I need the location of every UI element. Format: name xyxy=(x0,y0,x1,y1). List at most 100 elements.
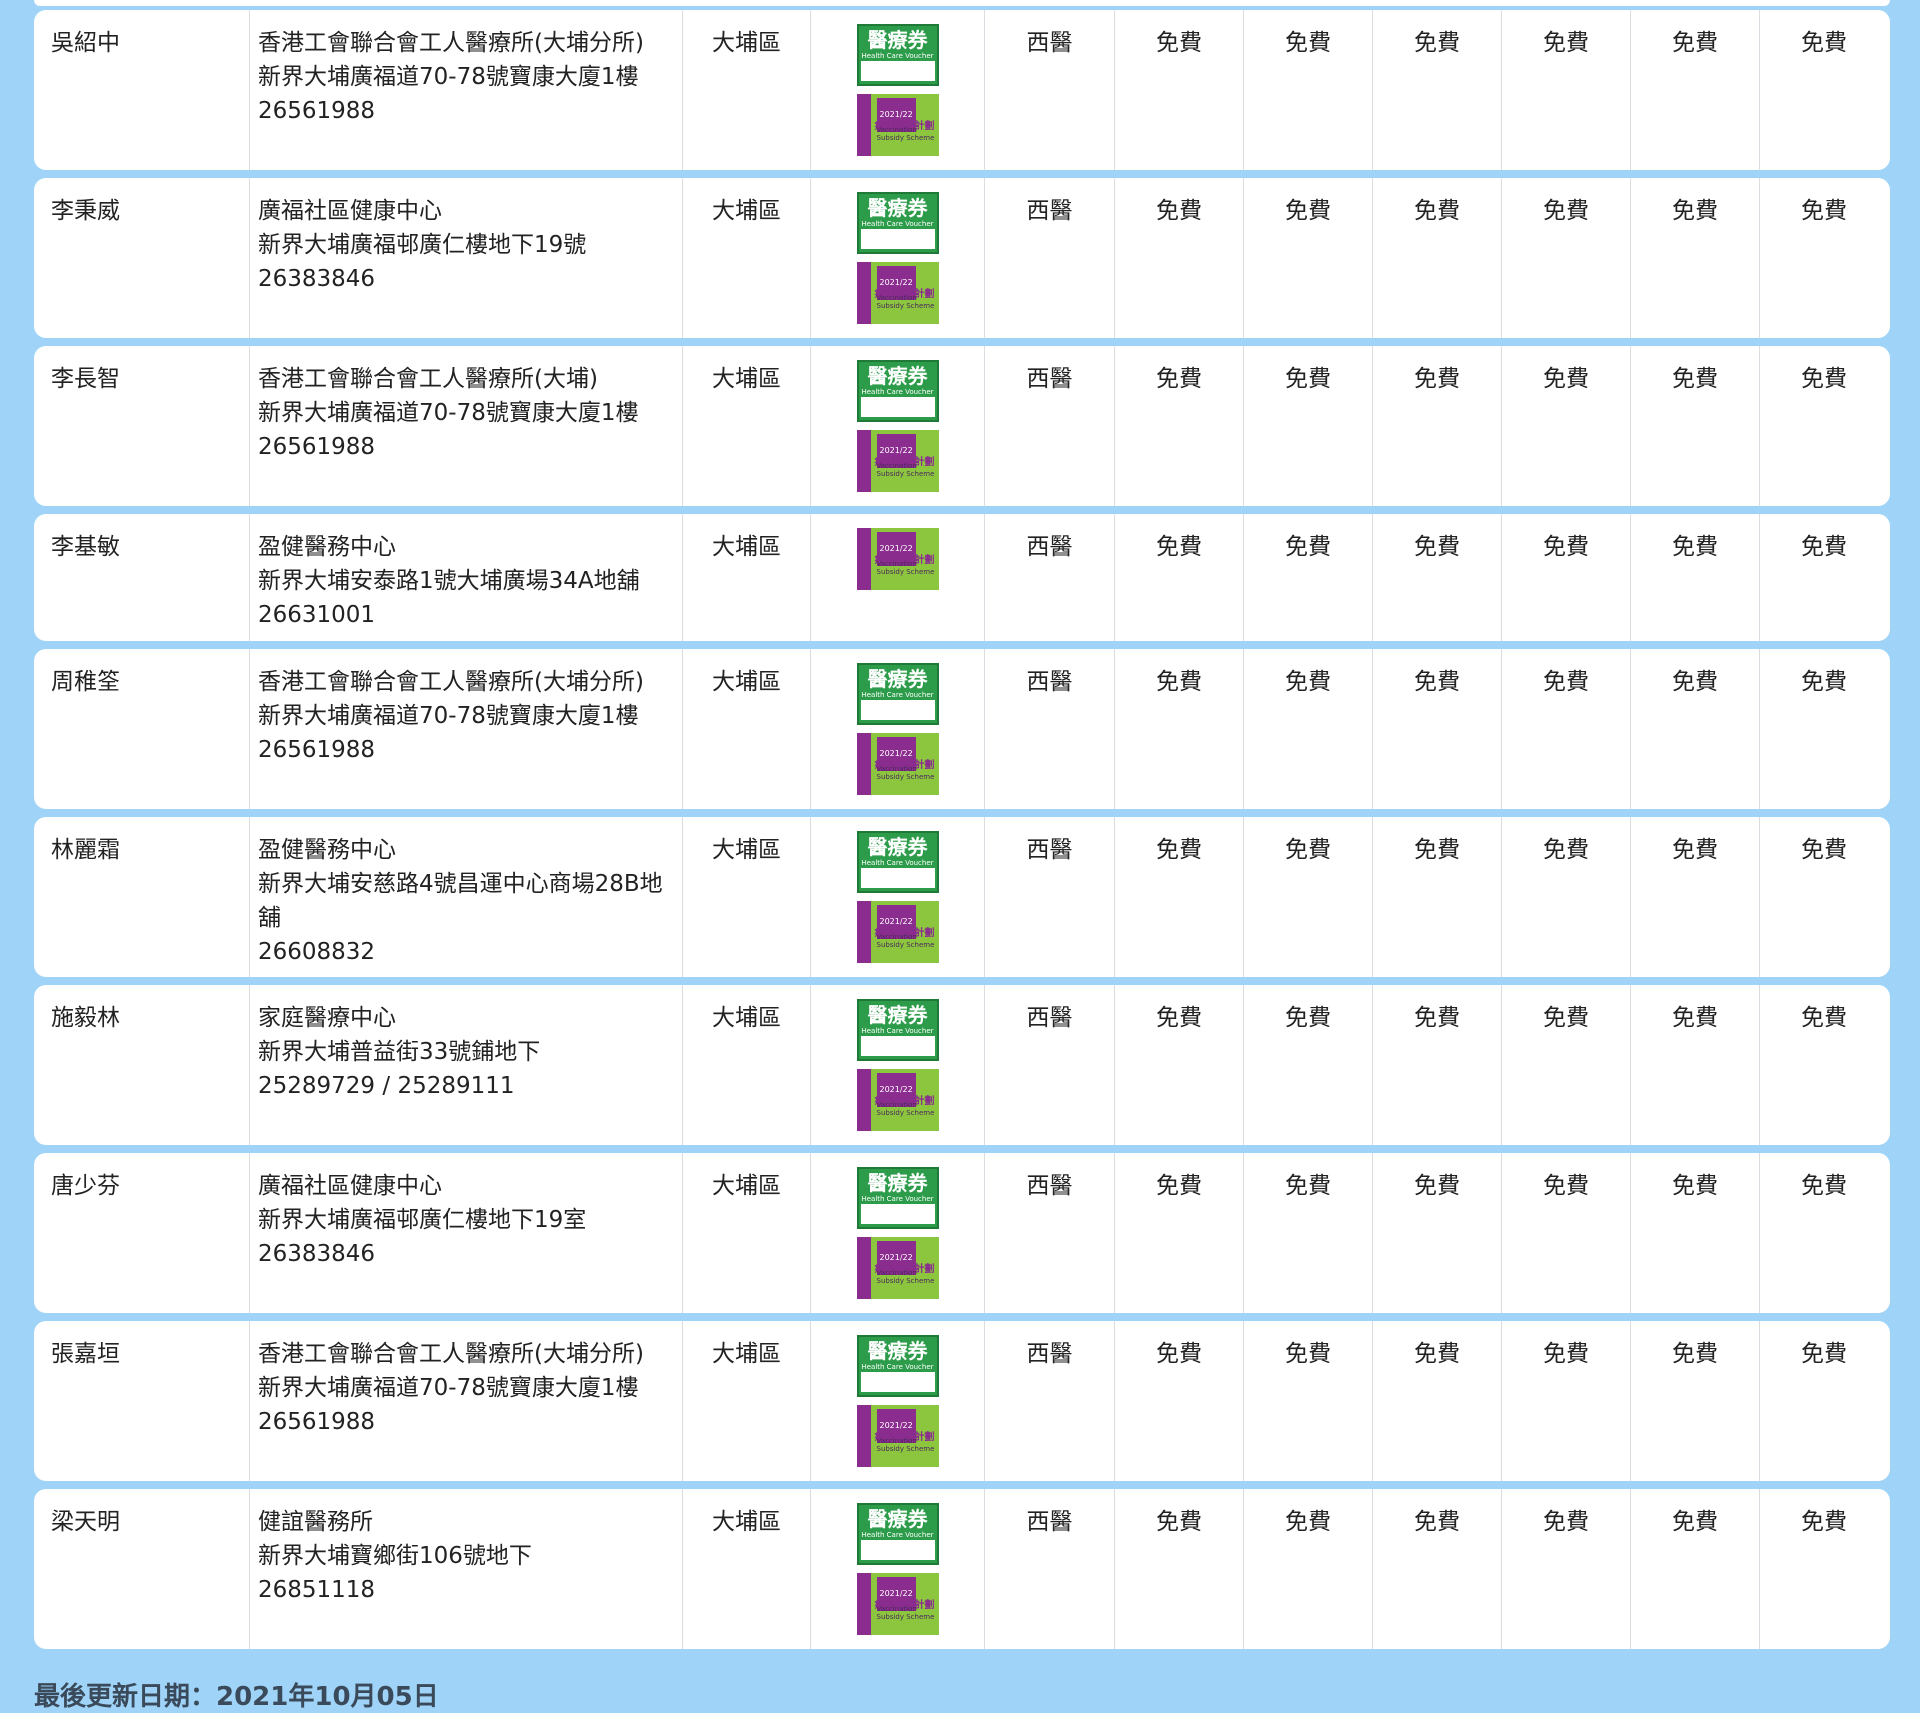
previous-row-edge xyxy=(34,0,1890,6)
scheme-icons: 醫療券 Health Care Voucher 2021/22 疫苗資助計劃 V… xyxy=(810,178,984,338)
table-row: 周稚筌 香港工會聯合會工人醫療所(大埔分所) 新界大埔廣福道70-78號寶康大廈… xyxy=(34,649,1890,809)
fee-cell: 免費 xyxy=(1501,649,1630,809)
fee-cell: 免費 xyxy=(1759,178,1888,338)
vaccination-subsidy-scheme-icon: 2021/22 疫苗資助計劃 Vaccination Subsidy Schem… xyxy=(856,1069,939,1131)
clinic-info: 香港工會聯合會工人醫療所(大埔分所) 新界大埔廣福道70-78號寶康大廈1樓 2… xyxy=(249,1321,682,1481)
fee-cell: 免費 xyxy=(1501,985,1630,1145)
table-row: 梁天明 健誼醫務所 新界大埔寶鄉街106號地下 26851118 大埔區 醫療券… xyxy=(34,1489,1890,1649)
table-row: 林麗霜 盈健醫務中心 新界大埔安慈路4號昌運中心商場28B地舖 26608832… xyxy=(34,817,1890,977)
scheme-icons: 醫療券 Health Care Voucher 2021/22 疫苗資助計劃 V… xyxy=(810,1489,984,1649)
scheme-icons: 醫療券 Health Care Voucher 2021/22 疫苗資助計劃 V… xyxy=(810,1153,984,1313)
clinic-info: 香港工會聯合會工人醫療所(大埔分所) 新界大埔廣福道70-78號寶康大廈1樓 2… xyxy=(249,649,682,809)
last-updated-text: 最後更新日期：2021年10月05日 xyxy=(34,1682,439,1712)
fee-cell: 免費 xyxy=(1372,649,1501,809)
district: 大埔區 xyxy=(682,178,810,338)
fee-cell: 免費 xyxy=(1243,10,1372,170)
fee-cell: 免費 xyxy=(1630,1489,1759,1649)
clinic-info: 健誼醫務所 新界大埔寶鄉街106號地下 26851118 xyxy=(249,1489,682,1649)
vaccination-subsidy-scheme-icon: 2021/22 疫苗資助計劃 Vaccination Subsidy Schem… xyxy=(856,1405,939,1467)
clinic-address: 新界大埔廣福道70-78號寶康大廈1樓 xyxy=(258,703,639,729)
fee-cell: 免費 xyxy=(1372,1153,1501,1313)
fee-cell: 免費 xyxy=(1630,10,1759,170)
practice-type: 西醫 xyxy=(984,346,1114,506)
clinic-address: 新界大埔廣福道70-78號寶康大廈1樓 xyxy=(258,400,639,426)
vaccination-subsidy-scheme-icon: 2021/22 疫苗資助計劃 Vaccination Subsidy Schem… xyxy=(856,1573,939,1635)
practice-type: 西醫 xyxy=(984,817,1114,977)
doctor-name: 施毅林 xyxy=(51,1005,120,1031)
fee-cell: 免費 xyxy=(1114,1321,1243,1481)
district: 大埔區 xyxy=(682,985,810,1145)
clinic-phone: 26608832 xyxy=(258,939,376,965)
practice-type: 西醫 xyxy=(984,514,1114,641)
doctor-name: 李秉威 xyxy=(51,198,120,224)
table-row: 李基敏 盈健醫務中心 新界大埔安泰路1號大埔廣場34A地舖 26631001 大… xyxy=(34,514,1890,641)
fee-cell: 免費 xyxy=(1372,817,1501,977)
doctor-table: 吳紹中 香港工會聯合會工人醫療所(大埔分所) 新界大埔廣福道70-78號寶康大廈… xyxy=(34,10,1890,1657)
district: 大埔區 xyxy=(682,817,810,977)
clinic-info: 香港工會聯合會工人醫療所(大埔) 新界大埔廣福道70-78號寶康大廈1樓 265… xyxy=(249,346,682,506)
table-row: 唐少芬 廣福社區健康中心 新界大埔廣福邨廣仁樓地下19室 26383846 大埔… xyxy=(34,1153,1890,1313)
clinic-name: 廣福社區健康中心 xyxy=(258,1173,442,1199)
scheme-icons: 醫療券 Health Care Voucher 2021/22 疫苗資助計劃 V… xyxy=(810,817,984,977)
scheme-icons: 2021/22 疫苗資助計劃 Vaccination Subsidy Schem… xyxy=(810,514,984,641)
clinic-info: 廣福社區健康中心 新界大埔廣福邨廣仁樓地下19室 26383846 xyxy=(249,1153,682,1313)
fee-cell: 免費 xyxy=(1114,346,1243,506)
doctor-name: 周稚筌 xyxy=(51,669,120,695)
health-care-voucher-icon: 醫療券 Health Care Voucher xyxy=(856,1167,939,1229)
fee-cell: 免費 xyxy=(1501,178,1630,338)
clinic-phone: 26383846 xyxy=(258,1241,376,1267)
clinic-info: 盈健醫務中心 新界大埔安慈路4號昌運中心商場28B地舖 26608832 xyxy=(249,817,682,977)
table-row: 李秉威 廣福社區健康中心 新界大埔廣福邨廣仁樓地下19號 26383846 大埔… xyxy=(34,178,1890,338)
fee-cell: 免費 xyxy=(1630,1153,1759,1313)
fee-cell: 免費 xyxy=(1372,514,1501,641)
fee-cell: 免費 xyxy=(1501,1489,1630,1649)
clinic-name: 健誼醫務所 xyxy=(258,1509,373,1535)
fee-cell: 免費 xyxy=(1243,1153,1372,1313)
vaccination-subsidy-scheme-icon: 2021/22 疫苗資助計劃 Vaccination Subsidy Schem… xyxy=(856,901,939,963)
fee-cell: 免費 xyxy=(1243,649,1372,809)
clinic-name: 家庭醫療中心 xyxy=(258,1005,396,1031)
doctor-name: 張嘉垣 xyxy=(51,1341,120,1367)
fee-cell: 免費 xyxy=(1630,346,1759,506)
health-care-voucher-icon: 醫療券 Health Care Voucher xyxy=(856,831,939,893)
clinic-address: 新界大埔廣福道70-78號寶康大廈1樓 xyxy=(258,64,639,90)
clinic-phone: 26561988 xyxy=(258,737,376,763)
health-care-voucher-icon: 醫療券 Health Care Voucher xyxy=(856,1335,939,1397)
doctor-name: 梁天明 xyxy=(51,1509,120,1535)
clinic-name: 香港工會聯合會工人醫療所(大埔) xyxy=(258,366,598,392)
fee-cell: 免費 xyxy=(1243,1321,1372,1481)
health-care-voucher-icon: 醫療券 Health Care Voucher xyxy=(856,360,939,422)
fee-cell: 免費 xyxy=(1501,10,1630,170)
fee-cell: 免費 xyxy=(1243,817,1372,977)
clinic-name: 盈健醫務中心 xyxy=(258,534,396,560)
fee-cell: 免費 xyxy=(1501,514,1630,641)
fee-cell: 免費 xyxy=(1759,1153,1888,1313)
fee-cell: 免費 xyxy=(1114,514,1243,641)
table-row: 施毅林 家庭醫療中心 新界大埔普益街33號鋪地下 25289729 / 2528… xyxy=(34,985,1890,1145)
scheme-icons: 醫療券 Health Care Voucher 2021/22 疫苗資助計劃 V… xyxy=(810,10,984,170)
health-care-voucher-icon: 醫療券 Health Care Voucher xyxy=(856,192,939,254)
fee-cell: 免費 xyxy=(1372,1321,1501,1481)
fee-cell: 免費 xyxy=(1630,985,1759,1145)
clinic-name: 廣福社區健康中心 xyxy=(258,198,442,224)
fee-cell: 免費 xyxy=(1372,10,1501,170)
clinic-phone: 26631001 xyxy=(258,602,376,628)
fee-cell: 免費 xyxy=(1114,1489,1243,1649)
scheme-icons: 醫療券 Health Care Voucher 2021/22 疫苗資助計劃 V… xyxy=(810,985,984,1145)
clinic-name: 香港工會聯合會工人醫療所(大埔分所) xyxy=(258,669,644,695)
clinic-phone: 26561988 xyxy=(258,98,376,124)
fee-cell: 免費 xyxy=(1501,1153,1630,1313)
doctor-name: 唐少芬 xyxy=(51,1173,120,1199)
fee-cell: 免費 xyxy=(1243,514,1372,641)
fee-cell: 免費 xyxy=(1114,985,1243,1145)
fee-cell: 免費 xyxy=(1630,649,1759,809)
scheme-icons: 醫療券 Health Care Voucher 2021/22 疫苗資助計劃 V… xyxy=(810,649,984,809)
clinic-phone: 26561988 xyxy=(258,1409,376,1435)
health-care-voucher-icon: 醫療券 Health Care Voucher xyxy=(856,663,939,725)
fee-cell: 免費 xyxy=(1759,10,1888,170)
clinic-name: 盈健醫務中心 xyxy=(258,837,396,863)
clinic-address: 新界大埔寶鄉街106號地下 xyxy=(258,1543,532,1569)
vaccination-subsidy-scheme-icon: 2021/22 疫苗資助計劃 Vaccination Subsidy Schem… xyxy=(856,262,939,324)
fee-cell: 免費 xyxy=(1243,1489,1372,1649)
district: 大埔區 xyxy=(682,649,810,809)
